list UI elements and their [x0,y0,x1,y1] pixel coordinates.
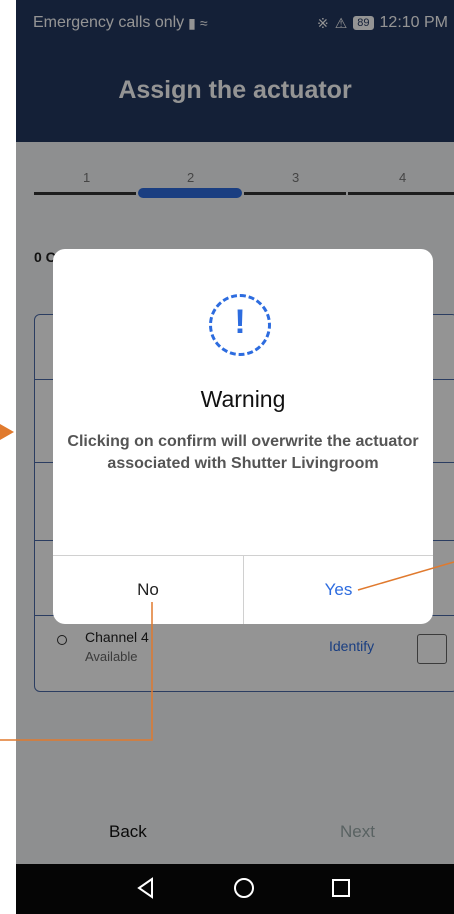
no-button[interactable]: No [53,555,243,624]
dialog-title: Warning [200,386,286,412]
yes-button[interactable]: Yes [244,555,433,624]
back-nav-icon[interactable] [136,876,156,900]
system-nav-bar [16,864,454,914]
exclamation-icon: ! [209,294,271,356]
annotation-arrow-left [0,424,14,440]
dialog-message: Clicking on confirm will overwrite the a… [67,433,419,472]
warning-dialog: ! Warning Clicking on confirm will overw… [53,249,433,624]
recents-nav-icon[interactable] [330,876,352,900]
home-nav-icon[interactable] [232,876,256,900]
